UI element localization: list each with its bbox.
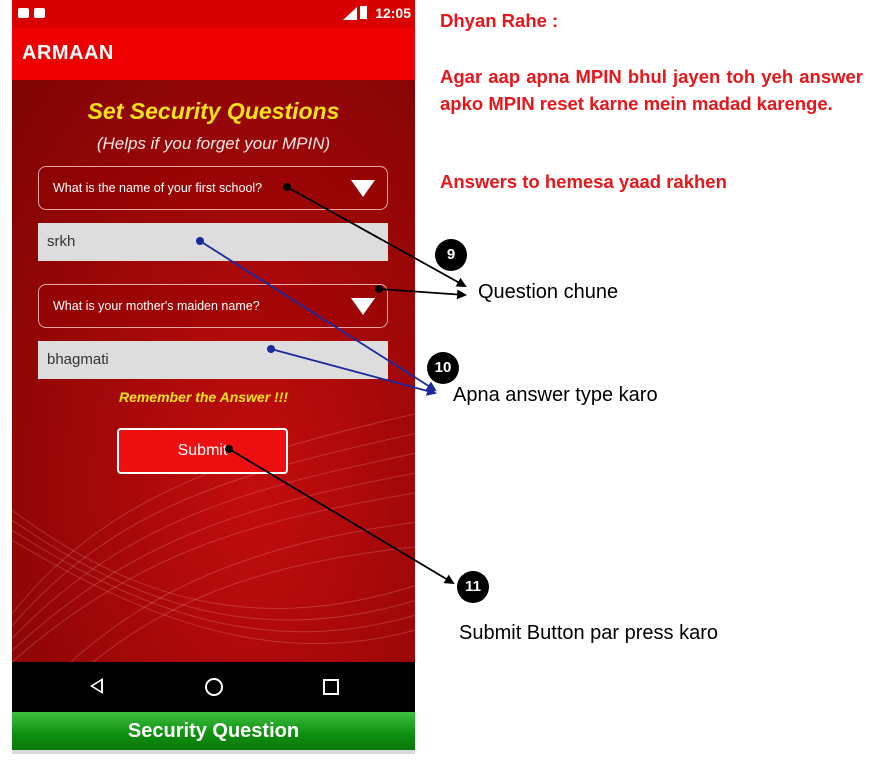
arrow-question-1 [283, 183, 467, 287]
step-badge-10: 10 [427, 352, 459, 384]
step-badge-11: 11 [457, 571, 489, 603]
arrow-answer-1 [196, 237, 437, 392]
callout-submit: Submit Button par press karo [459, 622, 719, 644]
arrow-submit [225, 445, 455, 585]
step-badge-9: 9 [435, 239, 467, 271]
annotation-arrows [196, 183, 467, 585]
arrow-question-2 [375, 285, 467, 300]
callout-question-chune: Question chune [478, 281, 619, 303]
arrow-answer-2 [267, 345, 437, 396]
callout-answer-type: Apna answer type karo [453, 384, 658, 406]
